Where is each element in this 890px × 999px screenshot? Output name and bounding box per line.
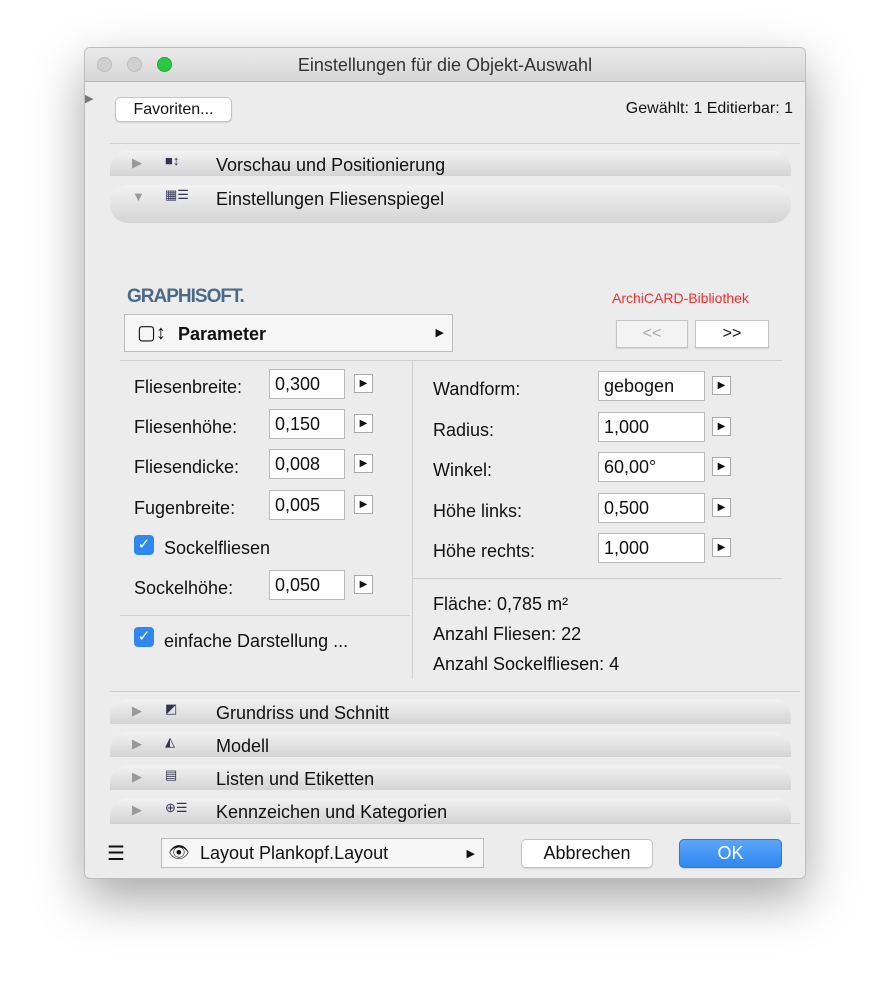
page-select[interactable]: ▢↕ Parameter ▶ — [124, 314, 453, 352]
library-label: ArchiCARD-Bibliothek — [612, 290, 749, 306]
section-model[interactable]: ▶ ◭ Modell — [110, 732, 791, 757]
dimension-icon: ▢↕ — [137, 322, 166, 344]
simple-display-checkbox[interactable]: ✓ — [134, 627, 154, 647]
tile-width-input[interactable]: 0,300 — [269, 369, 345, 399]
section-lists[interactable]: ▶ ▤ Listen und Etiketten — [110, 765, 791, 790]
graphisoft-logo: GRAPHISOFT. — [127, 286, 245, 307]
tile-thickness-input[interactable]: 0,008 — [269, 449, 345, 479]
window-title: Einstellungen für die Objekt-Auswahl — [297, 55, 593, 75]
parameters-icon: ▦☰ — [165, 187, 189, 202]
section-floorplan[interactable]: ▶ ◩ Grundriss und Schnitt — [110, 699, 791, 724]
radius-input[interactable]: 1,000 — [598, 412, 705, 442]
sockel-checkbox[interactable]: ✓ — [134, 535, 154, 555]
expand-icon: ▶ — [132, 736, 142, 751]
arrow-button[interactable]: ▶ — [712, 376, 731, 395]
chevron-right-icon: ▶ — [435, 327, 444, 339]
cube-icon: ■↕ — [165, 153, 180, 168]
collapse-icon: ▼ — [132, 189, 145, 204]
sockel-height-input[interactable]: 0,050 — [269, 570, 345, 600]
tile-count-info: Anzahl Fliesen: 22 — [433, 624, 582, 644]
arrow-button[interactable]: ▶ — [354, 575, 373, 594]
wall-shape-input[interactable]: gebogen — [598, 371, 705, 401]
arrow-button[interactable]: ▶ — [354, 374, 373, 393]
categories-icon: ⊕☰ — [165, 800, 188, 815]
ok-button[interactable]: OK — [679, 839, 782, 868]
model-icon: ◭ — [165, 734, 175, 749]
layout-select[interactable]: 👁 Layout Plankopf.Layout ▶ — [161, 838, 484, 868]
close-button[interactable] — [97, 57, 112, 72]
arrow-button[interactable]: ▶ — [354, 454, 373, 473]
cancel-button[interactable]: Abbrechen — [521, 839, 653, 868]
next-page-button[interactable]: >> — [695, 320, 769, 348]
height-left-input[interactable]: 0,500 — [598, 493, 705, 523]
floorplan-icon: ◩ — [165, 701, 178, 716]
expand-icon: ▶ — [132, 703, 142, 718]
section-categories[interactable]: ▶ ⊕☰ Kennzeichen und Kategorien — [110, 798, 791, 823]
arrow-button[interactable]: ▶ — [354, 414, 373, 433]
angle-input[interactable]: 60,00° — [598, 452, 705, 482]
chevron-right-icon: ▶ — [466, 848, 475, 860]
sidebar-toggle-icon[interactable]: ▶ — [85, 92, 93, 105]
joint-width-input[interactable]: 0,005 — [269, 490, 345, 520]
zoom-button[interactable] — [157, 57, 172, 72]
selection-info: Gewählt: 1 Editierbar: 1 — [625, 100, 793, 117]
favorites-button[interactable]: Favoriten... — [115, 97, 232, 122]
eye-icon: 👁 — [168, 843, 190, 862]
expand-icon: ▶ — [132, 155, 142, 170]
arrow-button[interactable]: ▶ — [712, 498, 731, 517]
arrow-button[interactable]: ▶ — [712, 538, 731, 557]
minimize-button[interactable] — [127, 57, 142, 72]
lists-icon: ▤ — [165, 767, 178, 782]
arrow-button[interactable]: ▶ — [354, 495, 373, 514]
expand-icon: ▶ — [132, 802, 142, 817]
section-tile-settings[interactable]: ▼ ▦☰ Einstellungen Fliesenspiegel — [110, 185, 791, 223]
area-info: Fläche: 0,785 m² — [433, 594, 569, 614]
height-right-input[interactable]: 1,000 — [598, 533, 705, 563]
arrow-button[interactable]: ▶ — [712, 417, 731, 436]
arrow-button[interactable]: ▶ — [712, 457, 731, 476]
tile-height-input[interactable]: 0,150 — [269, 409, 345, 439]
sockel-count-info: Anzahl Sockelfliesen: 4 — [433, 654, 620, 674]
prev-page-button[interactable]: << — [616, 320, 688, 348]
expand-icon: ▶ — [132, 769, 142, 784]
section-preview[interactable]: ▶ ■↕ Vorschau und Positionierung — [110, 151, 791, 176]
layers-icon: ☰ — [107, 843, 125, 865]
settings-dialog: Einstellungen für die Objekt-Auswahl ▶ F… — [84, 47, 806, 879]
title-bar: Einstellungen für die Objekt-Auswahl — [85, 48, 805, 82]
